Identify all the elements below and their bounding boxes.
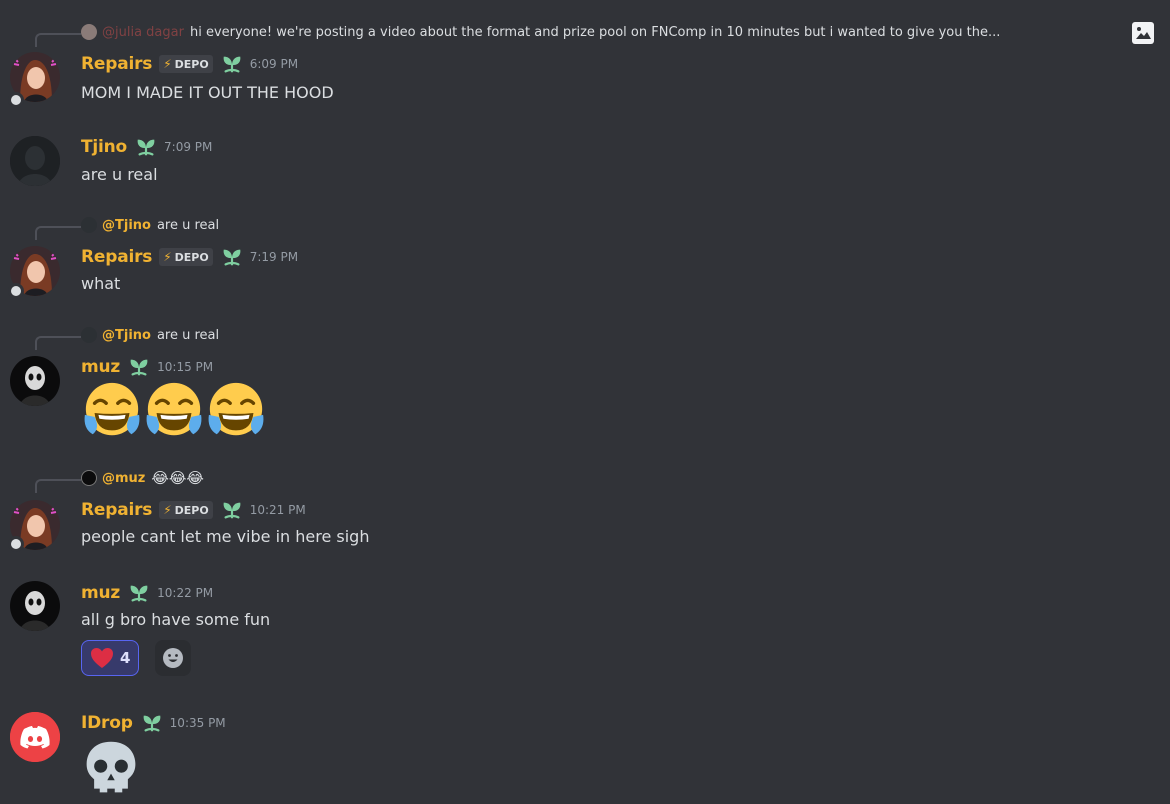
reply-text: 😂😂😂 bbox=[151, 469, 204, 487]
skull-icon[interactable] bbox=[81, 738, 141, 798]
reply-connector bbox=[35, 336, 81, 350]
laughing-crying-icon[interactable] bbox=[81, 380, 143, 442]
sprout-icon[interactable] bbox=[221, 246, 243, 268]
reply-preview[interactable]: @Tjino are u real bbox=[81, 325, 219, 345]
add-reaction-button[interactable] bbox=[155, 640, 191, 676]
timestamp[interactable]: 7:09 PM bbox=[164, 140, 212, 154]
avatar[interactable] bbox=[10, 581, 60, 631]
reply-preview[interactable]: @Tjino are u real bbox=[81, 215, 219, 235]
username[interactable]: Repairs bbox=[81, 500, 152, 520]
sprout-icon[interactable] bbox=[221, 499, 243, 521]
status-badge bbox=[8, 92, 24, 108]
timestamp[interactable]: 6:09 PM bbox=[250, 57, 298, 71]
laughing-crying-icon[interactable] bbox=[205, 380, 267, 442]
sprout-icon[interactable] bbox=[128, 356, 150, 378]
reply-author[interactable]: @muz bbox=[102, 471, 145, 486]
chat-message-list: @julia dagar hi everyone! we're posting … bbox=[0, 0, 1170, 804]
message-header: Tjino 7:09 PM bbox=[81, 136, 212, 158]
heart-icon bbox=[91, 648, 113, 668]
timestamp[interactable]: 10:15 PM bbox=[157, 360, 213, 374]
username[interactable]: Repairs bbox=[81, 54, 152, 74]
reply-avatar bbox=[81, 24, 97, 40]
clan-tag[interactable]: ⚡ DEPO bbox=[159, 55, 213, 73]
smiley-icon bbox=[163, 648, 183, 668]
status-badge bbox=[8, 283, 24, 299]
reaction-count: 4 bbox=[120, 649, 131, 667]
message-header: Repairs ⚡ DEPO 10:21 PM bbox=[81, 499, 306, 521]
sprout-icon[interactable] bbox=[221, 53, 243, 75]
message-text: people cant let me vibe in here sigh bbox=[81, 527, 370, 546]
message-text: MOM I MADE IT OUT THE HOOD bbox=[81, 83, 334, 102]
reply-connector bbox=[35, 226, 81, 240]
message-header: Repairs ⚡ DEPO 6:09 PM bbox=[81, 53, 298, 75]
username[interactable]: muz bbox=[81, 583, 120, 603]
bolt-icon: ⚡ bbox=[163, 57, 172, 71]
username[interactable]: Tjino bbox=[81, 137, 127, 157]
username[interactable]: Repairs bbox=[81, 247, 152, 267]
timestamp[interactable]: 10:21 PM bbox=[250, 503, 306, 517]
bolt-icon: ⚡ bbox=[163, 503, 172, 517]
clan-tag[interactable]: ⚡ DEPO bbox=[159, 501, 213, 519]
username[interactable]: IDrop bbox=[81, 713, 133, 733]
reply-preview[interactable]: @julia dagar hi everyone! we're posting … bbox=[81, 22, 1000, 42]
reply-preview[interactable]: @muz 😂😂😂 bbox=[81, 468, 204, 488]
reply-author[interactable]: @julia dagar bbox=[102, 25, 184, 40]
avatar[interactable] bbox=[10, 712, 60, 762]
reply-avatar bbox=[81, 217, 97, 233]
reply-text: are u real bbox=[156, 327, 220, 343]
message-text: all g bro have some fun bbox=[81, 610, 271, 629]
reaction-heart[interactable]: 4 bbox=[81, 640, 140, 676]
image-icon bbox=[1132, 22, 1154, 44]
avatar[interactable] bbox=[10, 136, 60, 186]
emoji-message bbox=[81, 380, 267, 442]
reply-author[interactable]: @Tjino bbox=[102, 328, 151, 343]
reply-connector bbox=[35, 479, 81, 493]
message-text: are u real bbox=[81, 165, 158, 184]
reply-text: are u real bbox=[156, 217, 220, 233]
username[interactable]: muz bbox=[81, 357, 120, 377]
sprout-icon[interactable] bbox=[128, 582, 150, 604]
avatar[interactable] bbox=[10, 356, 60, 406]
clan-tag[interactable]: ⚡ DEPO bbox=[159, 248, 213, 266]
laughing-crying-icon[interactable] bbox=[143, 380, 205, 442]
timestamp[interactable]: 10:35 PM bbox=[170, 716, 226, 730]
sprout-icon[interactable] bbox=[135, 136, 157, 158]
sprout-icon[interactable] bbox=[141, 712, 163, 734]
message-header: IDrop 10:35 PM bbox=[81, 712, 226, 734]
reply-avatar bbox=[81, 327, 97, 343]
bolt-icon: ⚡ bbox=[163, 250, 172, 264]
message-text: what bbox=[81, 274, 121, 293]
message-header: muz 10:15 PM bbox=[81, 356, 213, 378]
message-header: muz 10:22 PM bbox=[81, 582, 213, 604]
emoji-message bbox=[81, 738, 141, 798]
timestamp[interactable]: 10:22 PM bbox=[157, 586, 213, 600]
reply-avatar bbox=[81, 470, 97, 486]
timestamp[interactable]: 7:19 PM bbox=[250, 250, 298, 264]
reply-connector bbox=[35, 33, 81, 47]
message-header: Repairs ⚡ DEPO 7:19 PM bbox=[81, 246, 298, 268]
reply-text: hi everyone! we're posting a video about… bbox=[189, 24, 1001, 40]
status-badge bbox=[8, 536, 24, 552]
discord-logo-icon bbox=[10, 712, 60, 762]
reply-author[interactable]: @Tjino bbox=[102, 218, 151, 233]
